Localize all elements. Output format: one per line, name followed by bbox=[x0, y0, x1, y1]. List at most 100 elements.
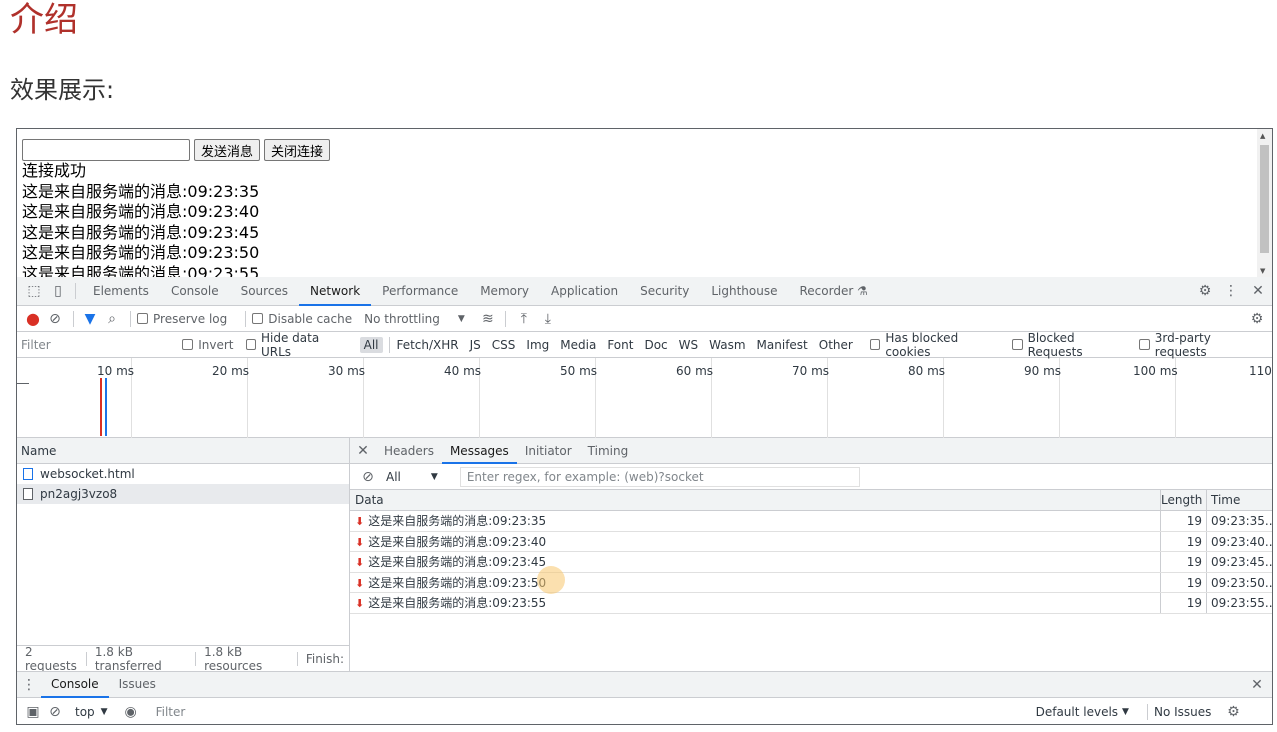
filter-type-media[interactable]: Media bbox=[556, 337, 600, 353]
console-filter-input[interactable]: Filter bbox=[156, 702, 1036, 722]
scrollbar-thumb[interactable] bbox=[1260, 145, 1269, 253]
clear-messages-icon[interactable]: ⊘ bbox=[360, 469, 376, 485]
tab-application[interactable]: Application bbox=[540, 277, 629, 306]
close-drawer-icon[interactable]: ✕ bbox=[1242, 677, 1272, 693]
checkbox-box[interactable] bbox=[869, 339, 881, 350]
tab-network[interactable]: Network bbox=[299, 277, 372, 306]
issues-counter[interactable]: No Issues bbox=[1154, 705, 1211, 719]
checkbox-box[interactable] bbox=[252, 313, 264, 324]
tab-sources[interactable]: Sources bbox=[230, 277, 299, 306]
message-row[interactable]: ⬇这是来自服务端的消息:09:23:40 19 09:23:40.... bbox=[350, 531, 1272, 553]
throttling-value: No throttling bbox=[364, 311, 440, 326]
checkbox-box[interactable] bbox=[137, 313, 148, 324]
message-row[interactable]: ⬇这是来自服务端的消息:09:23:35 19 09:23:35.... bbox=[350, 511, 1272, 532]
checkbox-box[interactable] bbox=[245, 339, 256, 350]
live-expression-eye-icon[interactable]: ◉ bbox=[120, 704, 142, 720]
message-input[interactable] bbox=[22, 139, 190, 161]
send-message-button[interactable]: 发送消息 bbox=[194, 139, 261, 161]
export-har-icon[interactable]: ⤓ bbox=[536, 311, 560, 327]
message-log: 连接成功 这是来自服务端的消息:09:23:35 这是来自服务端的消息:09:2… bbox=[22, 161, 259, 277]
checkbox-box[interactable] bbox=[182, 339, 194, 350]
scroll-down-arrow-icon[interactable]: ▼ bbox=[1260, 267, 1265, 275]
close-devtools-icon[interactable]: ✕ bbox=[1244, 283, 1272, 299]
has-blocked-cookies-checkbox[interactable]: Has blocked cookies bbox=[869, 331, 1000, 359]
import-har-icon[interactable]: ⤒ bbox=[512, 311, 536, 327]
network-filter-input[interactable]: Filter bbox=[21, 335, 172, 355]
checkbox-box[interactable] bbox=[1012, 339, 1023, 350]
checkbox-box[interactable] bbox=[1139, 339, 1150, 350]
tab-performance[interactable]: Performance bbox=[371, 277, 469, 306]
filter-type-all[interactable]: All bbox=[359, 336, 383, 353]
tab-timing[interactable]: Timing bbox=[580, 438, 637, 464]
page-scrollbar[interactable]: ▲ ▼ bbox=[1257, 129, 1272, 277]
tab-recorder[interactable]: Recorder ⚗ bbox=[789, 277, 879, 306]
drawer-tabbar: ⋮ Console Issues ✕ bbox=[17, 671, 1272, 698]
drawer-tab-issues[interactable]: Issues bbox=[109, 671, 166, 698]
close-connection-button[interactable]: 关闭连接 bbox=[264, 139, 331, 161]
clear-icon[interactable]: ⊘ bbox=[43, 311, 67, 327]
tab-console[interactable]: Console bbox=[160, 277, 230, 306]
message-row[interactable]: ⬇这是来自服务端的消息:09:23:50 19 09:23:50.... bbox=[350, 572, 1272, 594]
third-party-requests-checkbox[interactable]: 3rd-party requests bbox=[1139, 331, 1260, 359]
tab-memory[interactable]: Memory bbox=[469, 277, 540, 306]
search-icon[interactable]: ⌕ bbox=[100, 311, 124, 327]
transferred-size: 1.8 kB transferred bbox=[94, 644, 162, 673]
hide-data-urls-checkbox[interactable]: Hide data URLs bbox=[245, 331, 348, 359]
clear-console-icon[interactable]: ⊘ bbox=[43, 704, 67, 720]
throttling-select[interactable]: No throttling ▼ bbox=[364, 312, 465, 326]
log-levels-select[interactable]: Default levels ▼ bbox=[1036, 705, 1129, 719]
data-column-header[interactable]: Data bbox=[350, 490, 1161, 510]
drawer-tab-console[interactable]: Console bbox=[41, 671, 109, 698]
network-settings-gear-icon[interactable]: ⚙ bbox=[1242, 311, 1272, 327]
scroll-up-arrow-icon[interactable]: ▲ bbox=[1260, 132, 1265, 140]
filter-type-manifest[interactable]: Manifest bbox=[753, 337, 812, 353]
tab-lighthouse[interactable]: Lighthouse bbox=[700, 277, 788, 306]
message-row[interactable]: ⬇这是来自服务端的消息:09:23:45 19 09:23:45.... bbox=[350, 552, 1272, 573]
time-column-header[interactable]: Time bbox=[1207, 490, 1272, 510]
filter-type-img[interactable]: Img bbox=[522, 337, 553, 353]
invert-checkbox[interactable]: Invert bbox=[182, 338, 234, 352]
inspect-element-icon[interactable]: ⬚ bbox=[21, 283, 47, 299]
received-arrow-icon: ⬇ bbox=[355, 556, 365, 570]
message-length: 19 bbox=[1161, 511, 1207, 531]
sidebar-toggle-icon[interactable]: ▣ bbox=[23, 704, 43, 720]
device-toolbar-icon[interactable]: ▯ bbox=[47, 283, 69, 299]
filter-type-wasm[interactable]: Wasm bbox=[705, 337, 749, 353]
network-conditions-icon[interactable]: ≋ bbox=[477, 311, 499, 327]
mouse-cursor-highlight bbox=[537, 566, 565, 594]
blocked-requests-checkbox[interactable]: Blocked Requests bbox=[1012, 331, 1127, 359]
preserve-log-checkbox[interactable]: Preserve log bbox=[137, 312, 227, 326]
context-select[interactable]: top ▼ bbox=[75, 705, 108, 719]
length-column-header[interactable]: Length bbox=[1161, 490, 1207, 510]
filter-type-font[interactable]: Font bbox=[603, 337, 637, 353]
tab-headers[interactable]: Headers bbox=[376, 438, 442, 464]
record-icon[interactable]: ● bbox=[23, 309, 43, 328]
filter-type-doc[interactable]: Doc bbox=[640, 337, 671, 353]
request-row-selected[interactable]: pn2agj3vzo8 bbox=[17, 484, 349, 504]
name-column-header[interactable]: Name bbox=[17, 438, 349, 464]
network-overview-timeline[interactable]: 10 ms 20 ms 30 ms 40 ms 50 ms 60 ms 70 m… bbox=[17, 358, 1272, 438]
close-detail-icon[interactable]: ✕ bbox=[350, 443, 376, 459]
filter-type-css[interactable]: CSS bbox=[488, 337, 520, 353]
filter-type-ws[interactable]: WS bbox=[675, 337, 702, 353]
message-type-select[interactable]: All ▼ bbox=[386, 470, 438, 484]
tab-security[interactable]: Security bbox=[629, 277, 700, 306]
message-row[interactable]: ⬇这是来自服务端的消息:09:23:55 19 09:23:55.... bbox=[350, 593, 1272, 614]
drawer-menu-icon[interactable]: ⋮ bbox=[17, 677, 41, 693]
request-row[interactable]: websocket.html bbox=[17, 464, 349, 484]
browser-screenshot-frame: 发送消息 关闭连接 连接成功 这是来自服务端的消息:09:23:35 这是来自服… bbox=[16, 128, 1273, 725]
more-options-icon[interactable]: ⋮ bbox=[1218, 283, 1244, 299]
settings-gear-icon[interactable]: ⚙ bbox=[1192, 283, 1218, 299]
disable-cache-checkbox[interactable]: Disable cache bbox=[252, 312, 352, 326]
messages-regex-input[interactable]: Enter regex, for example: (web)?socket bbox=[459, 466, 860, 487]
filter-type-other[interactable]: Other bbox=[815, 337, 857, 353]
filter-funnel-icon[interactable]: ▼ bbox=[80, 311, 100, 327]
filter-type-fetch-xhr[interactable]: Fetch/XHR bbox=[392, 337, 462, 353]
console-settings-gear-icon[interactable]: ⚙ bbox=[1223, 704, 1243, 720]
tab-elements[interactable]: Elements bbox=[82, 277, 160, 306]
tab-initiator[interactable]: Initiator bbox=[517, 438, 580, 464]
page-heading: 介绍 bbox=[10, 0, 78, 40]
filter-type-js[interactable]: JS bbox=[466, 337, 485, 353]
tab-messages[interactable]: Messages bbox=[441, 438, 517, 464]
blocked-requests-label: Blocked Requests bbox=[1027, 330, 1083, 359]
